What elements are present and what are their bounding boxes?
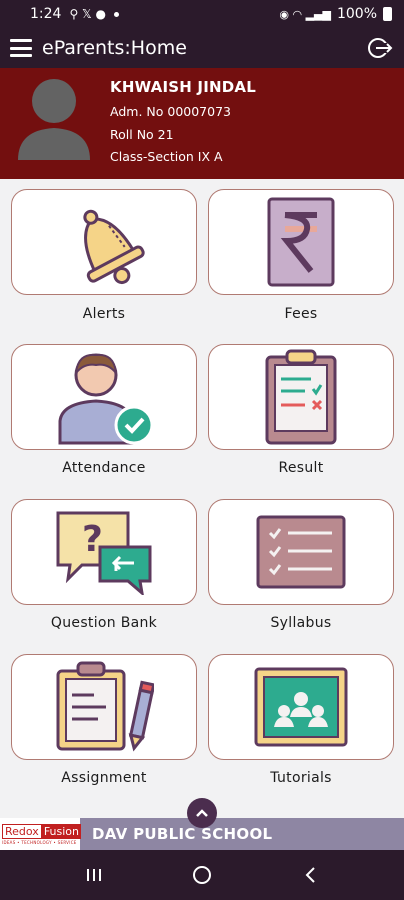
rupee-icon	[267, 197, 335, 287]
checklist-icon	[256, 515, 346, 589]
syllabus-label: Syllabus	[270, 615, 332, 631]
bell-icon	[83, 209, 145, 285]
alerts-tile[interactable]	[11, 189, 197, 295]
recents-button[interactable]	[79, 860, 109, 890]
back-button[interactable]	[295, 860, 325, 890]
brand-left-text: Redox	[2, 823, 42, 839]
system-nav-bar	[0, 850, 404, 900]
brand-tagline: IDEAS • TECHNOLOGY • SERVICE	[2, 839, 77, 845]
fees-tile[interactable]	[208, 189, 394, 295]
roll-number: Roll No 21	[110, 127, 174, 142]
battery-icon	[383, 7, 392, 21]
status-time: 1:24	[30, 6, 62, 22]
assignment-tile[interactable]	[11, 654, 197, 760]
tutorials-tile[interactable]	[208, 654, 394, 760]
home-circle-icon	[193, 866, 211, 884]
notification-dot-icon	[114, 11, 120, 17]
scroll-up-button[interactable]	[187, 798, 217, 828]
brand-right-text: Fusion	[41, 823, 81, 839]
signal-icons: ◉ ◠ ▂▄▆	[279, 7, 331, 21]
alerts-label: Alerts	[82, 306, 126, 322]
question-bank-label: Question Bank	[50, 615, 158, 631]
assignment-label: Assignment	[61, 770, 147, 786]
question-bank-tile[interactable]: ?	[11, 499, 197, 605]
syllabus-tile[interactable]	[208, 499, 394, 605]
clipboard-pen-icon	[56, 661, 154, 752]
recents-icon	[87, 869, 101, 881]
clipboard-result-icon	[265, 349, 337, 445]
home-button[interactable]	[187, 860, 217, 890]
classroom-board-icon	[254, 667, 348, 747]
profile-header: KHWAISH JINDAL Adm. No 00007073 Roll No …	[0, 68, 404, 179]
chevron-up-icon	[196, 809, 208, 817]
result-tile[interactable]	[208, 344, 394, 450]
attendance-label: Attendance	[62, 460, 146, 476]
result-label: Result	[278, 460, 324, 476]
menu-icon[interactable]	[10, 39, 32, 57]
tutorials-label: Tutorials	[270, 770, 332, 786]
avatar	[18, 79, 90, 160]
question-chat-icon: ?	[56, 511, 152, 595]
status-bar: 1:24 ⚲ 𝕏 ● ◉ ◠ ▂▄▆ 100%	[0, 0, 404, 28]
brand-logo: Redox Fusion IDEAS • TECHNOLOGY • SERVIC…	[0, 818, 81, 850]
school-name: DAV PUBLIC SCHOOL	[92, 825, 273, 843]
class-section: Class-Section IX A	[110, 149, 223, 164]
status-left: 1:24 ⚲ 𝕏 ●	[30, 6, 120, 22]
page-title: eParents:Home	[42, 37, 187, 59]
battery-percent: 100%	[336, 6, 377, 22]
admission-number: Adm. No 00007073	[110, 104, 231, 119]
back-chevron-icon	[305, 867, 315, 883]
app-bar: eParents:Home	[0, 28, 404, 68]
fees-label: Fees	[284, 306, 318, 322]
attendance-user-check-icon	[58, 353, 154, 445]
status-right: ◉ ◠ ▂▄▆ 100%	[279, 6, 392, 22]
notification-icons: ⚲ 𝕏 ●	[69, 7, 107, 21]
attendance-tile[interactable]	[11, 344, 197, 450]
student-name: KHWAISH JINDAL	[110, 78, 256, 96]
logout-icon[interactable]	[366, 34, 394, 62]
